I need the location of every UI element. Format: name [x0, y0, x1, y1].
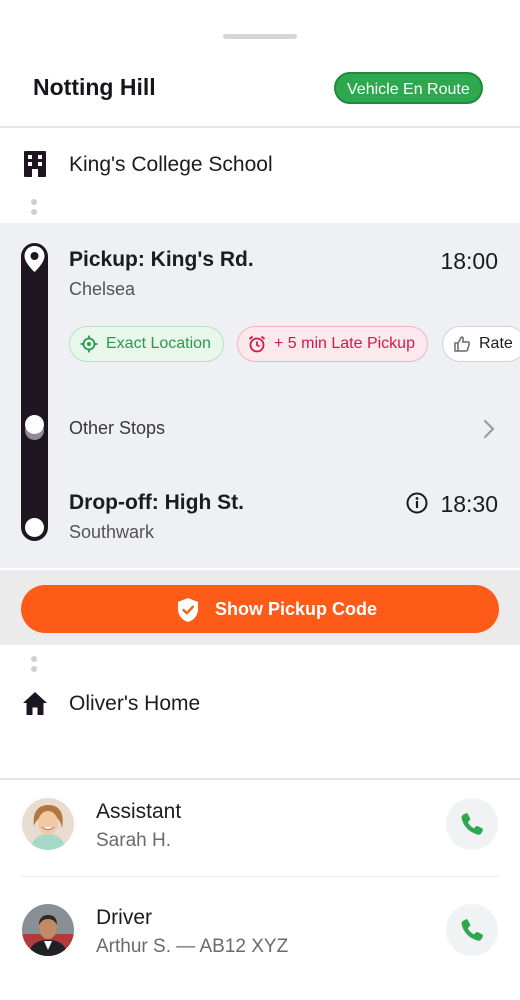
- connector-dots: [31, 199, 37, 219]
- alarm-icon: [248, 335, 266, 353]
- avatar: [22, 798, 74, 850]
- phone-icon: [461, 919, 483, 941]
- thumbs-up-icon: [454, 336, 471, 352]
- trip-panel: Pickup: King's Rd. 18:00 Chelsea Exact L…: [0, 223, 520, 568]
- late-pickup-chip[interactable]: + 5 min Late Pickup: [237, 326, 428, 362]
- drag-handle[interactable]: [223, 34, 297, 39]
- dropoff-area: Southwark: [69, 522, 155, 542]
- track-endpoint: [25, 518, 44, 537]
- exact-location-label: Exact Location: [106, 335, 211, 352]
- contact-name: Sarah H.: [96, 830, 171, 851]
- trip-details-sheet: Notting Hill Vehicle En Route King's Col…: [0, 0, 520, 1000]
- other-stops-link[interactable]: Other Stops: [69, 418, 165, 439]
- destination-label: Oliver's Home: [69, 692, 201, 715]
- contacts-divider: [0, 778, 520, 780]
- cta-label: Show Pickup Code: [215, 599, 378, 619]
- route-title: Notting Hill: [33, 74, 156, 100]
- call-assistant-button[interactable]: [446, 798, 498, 850]
- origin-label: King's College School: [69, 153, 273, 176]
- contact-divider: [22, 876, 500, 877]
- status-badge: Vehicle En Route: [334, 72, 483, 104]
- location-target-icon: [80, 335, 98, 353]
- info-icon[interactable]: [406, 492, 428, 514]
- cta-band: Show Pickup Code: [0, 570, 520, 645]
- building-icon: [24, 151, 46, 177]
- contact-assistant: Assistant Sarah H.: [0, 781, 520, 881]
- contact-name: Arthur S. — AB12 XYZ: [96, 936, 289, 957]
- pickup-time: 18:00: [440, 248, 498, 274]
- origin-row: King's College School: [0, 136, 520, 196]
- avatar: [22, 904, 74, 956]
- rate-label: Rate: [479, 335, 513, 352]
- pickup-title: Pickup: King's Rd.: [69, 248, 254, 271]
- contact-driver: Driver Arthur S. — AB12 XYZ: [0, 887, 520, 987]
- late-pickup-label: + 5 min Late Pickup: [274, 335, 415, 352]
- home-icon: [23, 692, 47, 715]
- dropoff-time: 18:30: [440, 491, 498, 517]
- contact-role: Driver: [96, 906, 152, 929]
- map-pin-icon: [24, 246, 45, 272]
- destination-row: Oliver's Home: [0, 675, 520, 735]
- dropoff-title: Drop-off: High St.: [69, 491, 244, 514]
- call-driver-button[interactable]: [446, 904, 498, 956]
- pickup-area: Chelsea: [69, 279, 136, 299]
- connector-dots-lower: [31, 656, 37, 676]
- phone-icon: [461, 813, 483, 835]
- show-pickup-code-button[interactable]: Show Pickup Code: [21, 585, 499, 633]
- header-divider: [0, 126, 520, 128]
- sheet-header: Notting Hill Vehicle En Route: [0, 60, 520, 126]
- chevron-right-icon[interactable]: [482, 419, 496, 439]
- rate-chip[interactable]: Rate: [442, 326, 520, 362]
- exact-location-chip[interactable]: Exact Location: [69, 326, 224, 362]
- track-midpoint: [25, 415, 44, 434]
- route-track: [21, 243, 48, 541]
- shield-check-icon: [178, 598, 198, 622]
- contact-role: Assistant: [96, 800, 182, 823]
